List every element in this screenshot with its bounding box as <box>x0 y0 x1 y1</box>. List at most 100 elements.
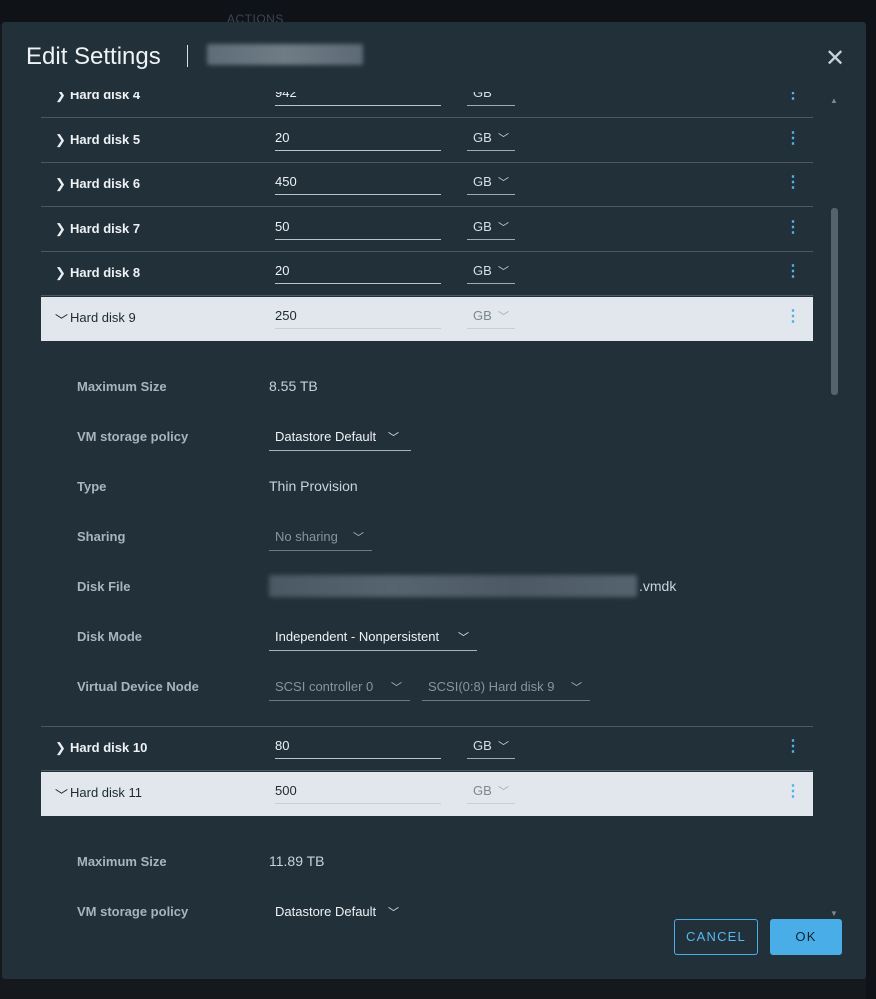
disk-size-input[interactable]: 80 <box>275 735 441 759</box>
more-actions-icon[interactable]: ⋮ <box>785 306 801 328</box>
more-actions-icon[interactable]: ⋮ <box>785 172 801 194</box>
disk-row-hard-disk-4[interactable]: ❯ Hard disk 4 942 GB ﹀ ⋮ <box>41 92 813 118</box>
sharing-label: Sharing <box>77 529 126 544</box>
chevron-down-icon: ﹀ <box>498 222 509 234</box>
scroll-up-icon[interactable]: ▲ <box>830 96 838 105</box>
chevron-down-icon: ﹀ <box>498 92 509 100</box>
disk-row-hard-disk-10[interactable]: ❯ Hard disk 10 80 GB ﹀ ⋮ <box>41 727 813 771</box>
sharing-row: Sharing No sharing ﹀ <box>41 523 813 553</box>
chevron-down-icon: ﹀ <box>571 682 582 694</box>
disk-label: Hard disk 11 <box>70 785 143 800</box>
disk-size-input[interactable]: 250 <box>275 305 441 329</box>
disk-mode-row: Disk Mode Independent - Nonpersistent ﹀ <box>41 623 813 653</box>
max-size-value: 8.55 TB <box>269 378 318 394</box>
more-actions-icon[interactable]: ⋮ <box>785 736 801 758</box>
virtual-device-node-label: Virtual Device Node <box>77 679 199 694</box>
ok-button[interactable]: OK <box>770 919 842 955</box>
disk-unit-select[interactable]: GB ﹀ <box>467 260 515 284</box>
scrollbar-thumb[interactable] <box>831 208 838 395</box>
disk-file-row: Disk File .vmdk <box>41 573 813 603</box>
disk-size-input[interactable]: 500 <box>275 780 441 804</box>
background-list-edge <box>866 0 876 999</box>
storage-policy-value: Datastore Default <box>275 904 377 919</box>
disk-file-label: Disk File <box>77 579 131 594</box>
chevron-right-icon[interactable]: ❯ <box>55 176 67 192</box>
more-actions-icon[interactable]: ⋮ <box>785 217 801 239</box>
disk-unit-select[interactable]: GB ﹀ <box>467 92 515 106</box>
disk-row-hard-disk-5[interactable]: ❯ Hard disk 5 20 GB ﹀ ⋮ <box>41 119 813 163</box>
scroll-down-icon[interactable]: ▼ <box>830 909 838 918</box>
disk-size-input[interactable]: 450 <box>275 171 441 195</box>
storage-policy-select[interactable]: Datastore Default ﹀ <box>269 898 411 922</box>
disk-label: Hard disk 7 <box>70 221 141 236</box>
more-actions-icon[interactable]: ⋮ <box>785 781 801 803</box>
storage-policy-label: VM storage policy <box>77 429 189 444</box>
device-node-select: SCSI(0:8) Hard disk 9 ﹀ <box>422 673 590 701</box>
disk-unit-value: GB <box>473 263 492 278</box>
list-scrollbar[interactable]: ▲ ▼ <box>828 96 840 918</box>
disk-label: Hard disk 5 <box>70 132 141 147</box>
storage-policy-row: VM storage policy Datastore Default ﹀ <box>41 423 813 453</box>
virtual-device-node-row: Virtual Device Node SCSI controller 0 ﹀ S… <box>41 673 813 703</box>
sharing-value: No sharing <box>275 529 338 544</box>
max-size-label: Maximum Size <box>77 379 167 394</box>
chevron-right-icon[interactable]: ❯ <box>55 265 67 281</box>
disk-size-input[interactable]: 20 <box>275 127 441 151</box>
chevron-right-icon[interactable]: ❯ <box>55 221 67 237</box>
disk-row-hard-disk-8[interactable]: ❯ Hard disk 8 20 GB ﹀ ⋮ <box>41 252 813 296</box>
vm-name-redacted <box>207 44 363 65</box>
type-value: Thin Provision <box>269 478 358 494</box>
max-size-row: Maximum Size 11.89 TB <box>41 848 813 878</box>
disk-label: Hard disk 10 <box>70 740 148 755</box>
disk-unit-select[interactable]: GB ﹀ <box>467 735 515 759</box>
chevron-down-icon: ﹀ <box>498 311 509 323</box>
chevron-down-icon: ﹀ <box>498 741 509 753</box>
disk-unit-select[interactable]: GB ﹀ <box>467 216 515 240</box>
disk-size-input[interactable]: 50 <box>275 216 441 240</box>
chevron-down-icon[interactable]: ﹀ <box>55 310 68 328</box>
chevron-down-icon: ﹀ <box>353 532 364 544</box>
disk-row-hard-disk-9[interactable]: ﹀ Hard disk 9 250 GB ﹀ ⋮ <box>41 297 813 341</box>
storage-policy-label: VM storage policy <box>77 904 189 919</box>
disk-row-hard-disk-6[interactable]: ❯ Hard disk 6 450 GB ﹀ ⋮ <box>41 163 813 207</box>
max-size-label: Maximum Size <box>77 854 167 869</box>
chevron-down-icon: ﹀ <box>498 177 509 189</box>
disk-unit-value: GB <box>473 130 492 145</box>
max-size-row: Maximum Size 8.55 TB <box>41 373 813 403</box>
disk-unit-value: GB <box>473 92 492 100</box>
chevron-down-icon: ﹀ <box>498 786 509 798</box>
disk-mode-select[interactable]: Independent - Nonpersistent ﹀ <box>269 623 477 651</box>
chevron-right-icon[interactable]: ❯ <box>55 740 67 756</box>
chevron-right-icon[interactable]: ❯ <box>55 132 67 148</box>
sharing-select: No sharing ﹀ <box>269 523 372 551</box>
disk-unit-value: GB <box>473 174 492 189</box>
title-separator <box>187 45 188 67</box>
disk-unit-select[interactable]: GB ﹀ <box>467 305 515 329</box>
disk-mode-value: Independent - Nonpersistent <box>275 629 440 644</box>
disk-unit-value: GB <box>473 783 492 798</box>
max-size-value: 11.89 TB <box>269 853 325 869</box>
disk-row-hard-disk-7[interactable]: ❯ Hard disk 7 50 GB ﹀ ⋮ <box>41 208 813 252</box>
disk-row-hard-disk-11[interactable]: ﹀ Hard disk 11 500 GB ﹀ ⋮ <box>41 772 813 816</box>
more-actions-icon[interactable]: ⋮ <box>785 92 801 105</box>
disk-label: Hard disk 4 <box>70 92 141 102</box>
disk-size-input[interactable]: 942 <box>275 92 441 106</box>
disk-unit-value: GB <box>473 308 492 323</box>
type-row: Type Thin Provision <box>41 473 813 503</box>
disk-mode-label: Disk Mode <box>77 629 143 644</box>
chevron-down-icon: ﹀ <box>388 907 399 919</box>
chevron-down-icon[interactable]: ﹀ <box>55 785 68 803</box>
controller-select: SCSI controller 0 ﹀ <box>269 673 410 701</box>
more-actions-icon[interactable]: ⋮ <box>785 128 801 150</box>
storage-policy-select[interactable]: Datastore Default ﹀ <box>269 423 411 451</box>
more-actions-icon[interactable]: ⋮ <box>785 261 801 283</box>
background-toolbar: ACTIONS <box>0 0 876 26</box>
disk-unit-select[interactable]: GB ﹀ <box>467 127 515 151</box>
chevron-right-icon[interactable]: ❯ <box>55 92 67 103</box>
cancel-button[interactable]: CANCEL <box>674 919 758 955</box>
disk-unit-select[interactable]: GB ﹀ <box>467 780 515 804</box>
device-node-value: SCSI(0:8) Hard disk 9 <box>428 679 555 694</box>
close-icon[interactable]: ✕ <box>822 46 848 72</box>
disk-unit-select[interactable]: GB ﹀ <box>467 171 515 195</box>
disk-size-input[interactable]: 20 <box>275 260 441 284</box>
